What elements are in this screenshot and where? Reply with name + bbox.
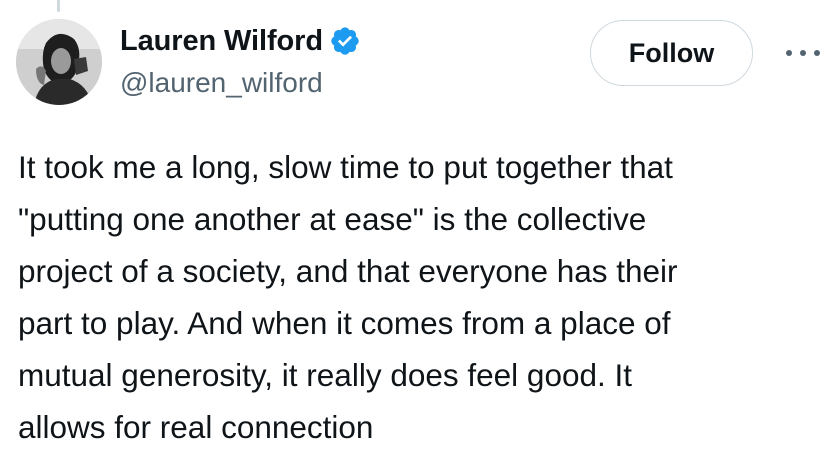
tweet-text: It took me a long, slow time to put toge… <box>18 141 818 453</box>
tweet-line: allows for real connection <box>18 409 374 445</box>
verified-badge-icon[interactable] <box>329 25 361 57</box>
tweet-line: part to play. And when it comes from a p… <box>18 305 671 341</box>
follow-button[interactable]: Follow <box>590 20 753 86</box>
avatar-photo <box>16 19 102 105</box>
more-dot <box>800 50 806 56</box>
author-display-name[interactable]: Lauren Wilford <box>120 21 323 61</box>
more-dot <box>786 50 792 56</box>
tweet-line: mutual generosity, it really does feel g… <box>18 357 633 393</box>
more-dot <box>814 50 820 56</box>
tweet-line: project of a society, and that everyone … <box>18 253 678 289</box>
author-name-row: Lauren Wilford <box>120 21 361 61</box>
tweet-line: "putting one another at ease" is the col… <box>18 201 647 237</box>
more-options-icon[interactable] <box>786 38 820 68</box>
avatar[interactable] <box>16 19 102 105</box>
tweet-line: It took me a long, slow time to put toge… <box>18 149 673 185</box>
author-handle[interactable]: @lauren_wilford <box>120 63 323 103</box>
thread-connector-line <box>57 0 60 12</box>
